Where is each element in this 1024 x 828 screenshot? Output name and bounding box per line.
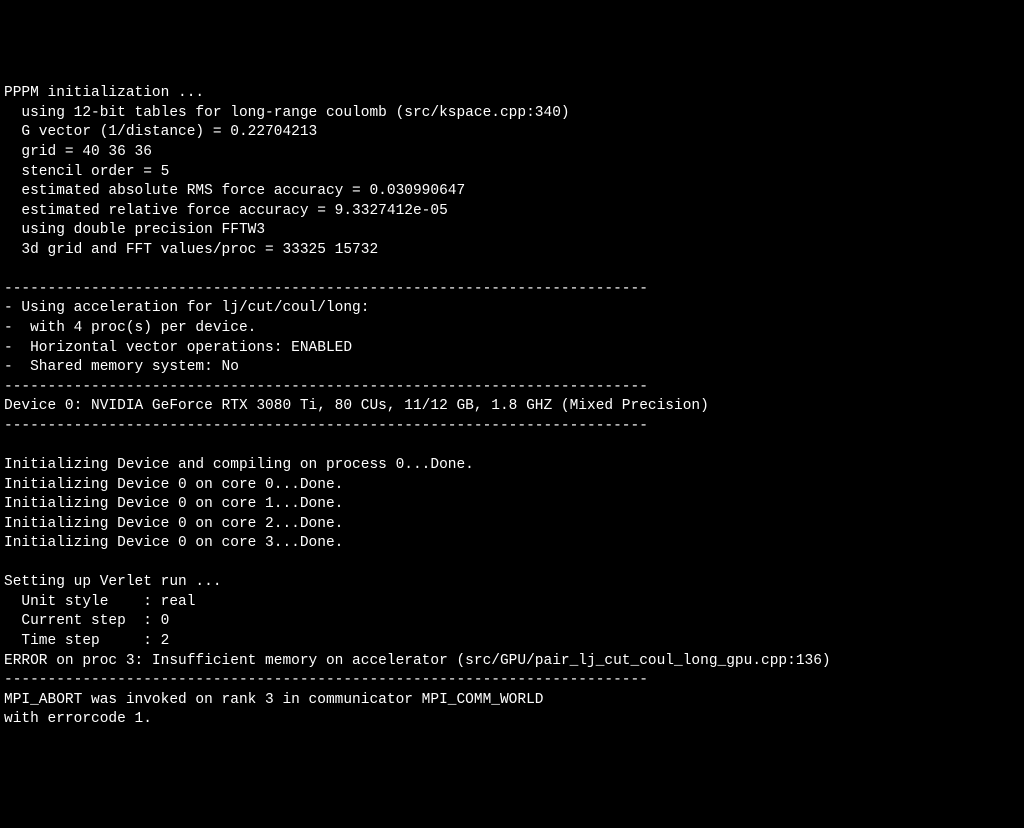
terminal-line: Setting up Verlet run ... [4,573,1020,593]
terminal-line: - Using acceleration for lj/cut/coul/lon… [4,299,1020,319]
terminal-line: stencil order = 5 [4,163,1020,183]
terminal-line: ----------------------------------------… [4,280,1020,300]
terminal-line: Initializing Device 0 on core 1...Done. [4,495,1020,515]
terminal-line: Unit style : real [4,593,1020,613]
terminal-line: G vector (1/distance) = 0.22704213 [4,123,1020,143]
terminal-line: ERROR on proc 3: Insufficient memory on … [4,652,1020,672]
terminal-line: ----------------------------------------… [4,417,1020,437]
terminal-output: PPPM initialization ... using 12-bit tab… [4,84,1020,730]
terminal-line: - Horizontal vector operations: ENABLED [4,339,1020,359]
terminal-line: MPI_ABORT was invoked on rank 3 in commu… [4,691,1020,711]
terminal-line: Time step : 2 [4,632,1020,652]
terminal-line [4,260,1020,280]
terminal-line: 3d grid and FFT values/proc = 33325 1573… [4,241,1020,261]
terminal-line: Initializing Device 0 on core 3...Done. [4,534,1020,554]
terminal-line: using double precision FFTW3 [4,221,1020,241]
terminal-line [4,436,1020,456]
terminal-line: Device 0: NVIDIA GeForce RTX 3080 Ti, 80… [4,397,1020,417]
terminal-line: Initializing Device 0 on core 2...Done. [4,515,1020,535]
terminal-line [4,554,1020,574]
terminal-line: PPPM initialization ... [4,84,1020,104]
terminal-line: grid = 40 36 36 [4,143,1020,163]
terminal-line: Current step : 0 [4,612,1020,632]
terminal-line: estimated relative force accuracy = 9.33… [4,202,1020,222]
terminal-line: Initializing Device and compiling on pro… [4,456,1020,476]
terminal-line: using 12-bit tables for long-range coulo… [4,104,1020,124]
terminal-line: estimated absolute RMS force accuracy = … [4,182,1020,202]
terminal-line: ----------------------------------------… [4,671,1020,691]
terminal-line: Initializing Device 0 on core 0...Done. [4,476,1020,496]
terminal-line: - Shared memory system: No [4,358,1020,378]
terminal-line: with errorcode 1. [4,710,1020,730]
terminal-line: ----------------------------------------… [4,378,1020,398]
terminal-line: - with 4 proc(s) per device. [4,319,1020,339]
